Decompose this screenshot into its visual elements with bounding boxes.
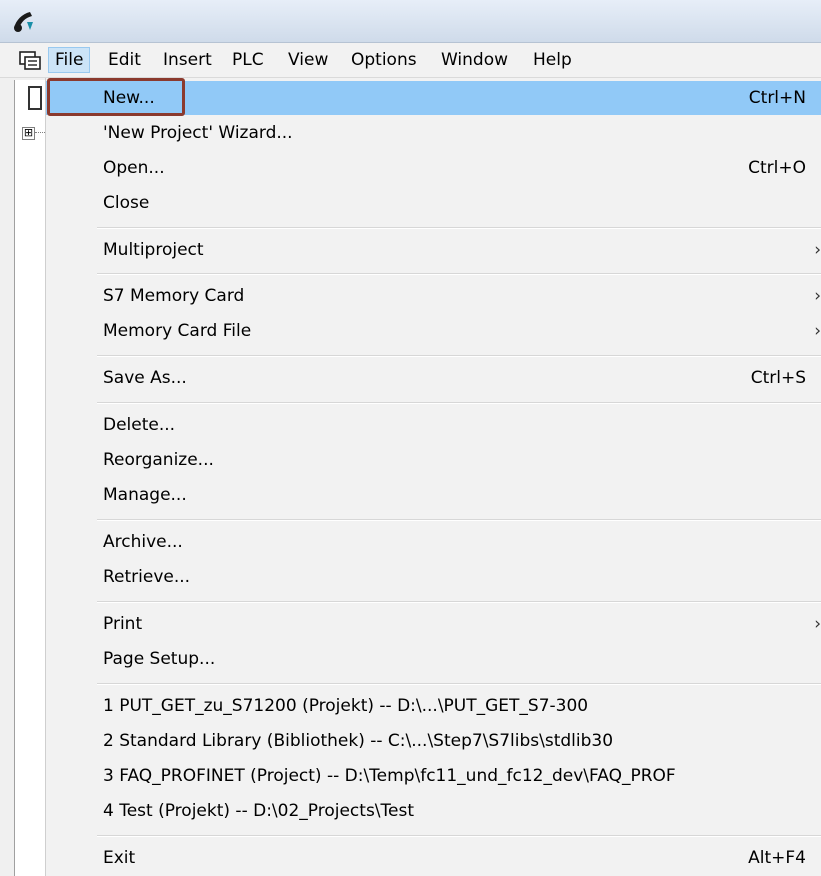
menu-item-label: 'New Project' Wizard... [103,123,293,143]
menu-item-label: Page Setup... [103,649,216,669]
menu-plc[interactable]: PLC [226,47,270,73]
tree-expand-icon[interactable]: ⊞ [22,127,35,140]
menu-item-exit[interactable]: Exit Alt+F4 [46,841,821,875]
menu-help[interactable]: Help [527,47,578,73]
menu-item-label: Open... [103,158,165,178]
title-bar [0,0,821,43]
menu-item-shortcut: Alt+F4 [748,848,806,868]
menu-item-memory-card-file[interactable]: Memory Card File › [46,314,821,348]
menu-item-label: 2 Standard Library (Bibliothek) -- C:\..… [103,731,614,751]
menu-separator [97,519,821,521]
project-toolbar-icon[interactable] [18,49,42,71]
menu-options[interactable]: Options [345,47,423,73]
chevron-right-icon: › [814,286,821,306]
menu-item-manage[interactable]: Manage... [46,478,821,512]
tree-connector [35,132,45,133]
chevron-right-icon: › [814,240,821,260]
file-menu-dropdown: New... Ctrl+N 'New Project' Wizard... Op… [45,78,821,876]
menu-separator [97,683,821,685]
menu-separator [97,601,821,603]
menu-item-label: Reorganize... [103,450,214,470]
highlight-callout-box [47,78,185,116]
menu-item-close[interactable]: Close [46,186,821,220]
menu-item-multiproject[interactable]: Multiproject › [46,233,821,267]
menu-item-shortcut: Ctrl+O [748,158,806,178]
menu-item-delete[interactable]: Delete... [46,408,821,442]
menu-item-label: Print [103,614,143,634]
menu-item-recent-2[interactable]: 2 Standard Library (Bibliothek) -- C:\..… [46,724,821,758]
menu-item-label: Memory Card File [103,321,252,341]
menu-item-recent-3[interactable]: 3 FAQ_PROFINET (Project) -- D:\Temp\fc11… [46,759,821,793]
menu-item-label: Multiproject [103,240,204,260]
menu-item-retrieve[interactable]: Retrieve... [46,560,821,594]
menu-item-label: Manage... [103,485,187,505]
menu-separator [97,835,821,837]
menu-window[interactable]: Window [435,47,514,73]
menu-bar: File Edit Insert PLC View Options Window… [0,43,821,78]
menu-item-label: Exit [103,848,136,868]
menu-item-s7-memory-card[interactable]: S7 Memory Card › [46,279,821,313]
menu-item-shortcut: Ctrl+N [748,88,806,108]
menu-item-label: Retrieve... [103,567,191,587]
menu-item-label: 4 Test (Projekt) -- D:\02_Projects\Test [103,801,415,821]
menu-edit[interactable]: Edit [102,47,147,73]
menu-item-open[interactable]: Open... Ctrl+O [46,151,821,185]
menu-item-print[interactable]: Print › [46,607,821,641]
menu-item-label: Delete... [103,415,176,435]
menu-view[interactable]: View [282,47,334,73]
menu-separator [97,402,821,404]
menu-item-label: Save As... [103,368,187,388]
menu-item-save-as[interactable]: Save As... Ctrl+S [46,361,821,395]
menu-item-recent-4[interactable]: 4 Test (Projekt) -- D:\02_Projects\Test [46,794,821,828]
new-document-icon[interactable] [28,86,42,110]
menu-item-label: 1 PUT_GET_zu_S71200 (Projekt) -- D:\...\… [103,696,589,716]
menu-separator [97,355,821,357]
menu-item-shortcut: Ctrl+S [750,368,806,388]
menu-item-recent-1[interactable]: 1 PUT_GET_zu_S71200 (Projekt) -- D:\...\… [46,689,821,723]
chevron-right-icon: › [814,321,821,341]
chevron-right-icon: › [814,614,821,634]
simatic-manager-icon[interactable] [10,8,36,34]
menu-item-label: 3 FAQ_PROFINET (Project) -- D:\Temp\fc11… [103,766,676,786]
menu-separator [97,227,821,229]
menu-item-label: Close [103,193,150,213]
menu-separator [97,273,821,275]
menu-item-page-setup[interactable]: Page Setup... [46,642,821,676]
menu-file[interactable]: File [48,47,91,73]
menu-insert[interactable]: Insert [157,47,218,73]
menu-item-reorganize[interactable]: Reorganize... [46,443,821,477]
menu-item-label: Archive... [103,532,183,552]
menu-item-archive[interactable]: Archive... [46,525,821,559]
menu-item-new-project-wizard[interactable]: 'New Project' Wizard... [46,116,821,150]
menu-item-label: S7 Memory Card [103,286,245,306]
